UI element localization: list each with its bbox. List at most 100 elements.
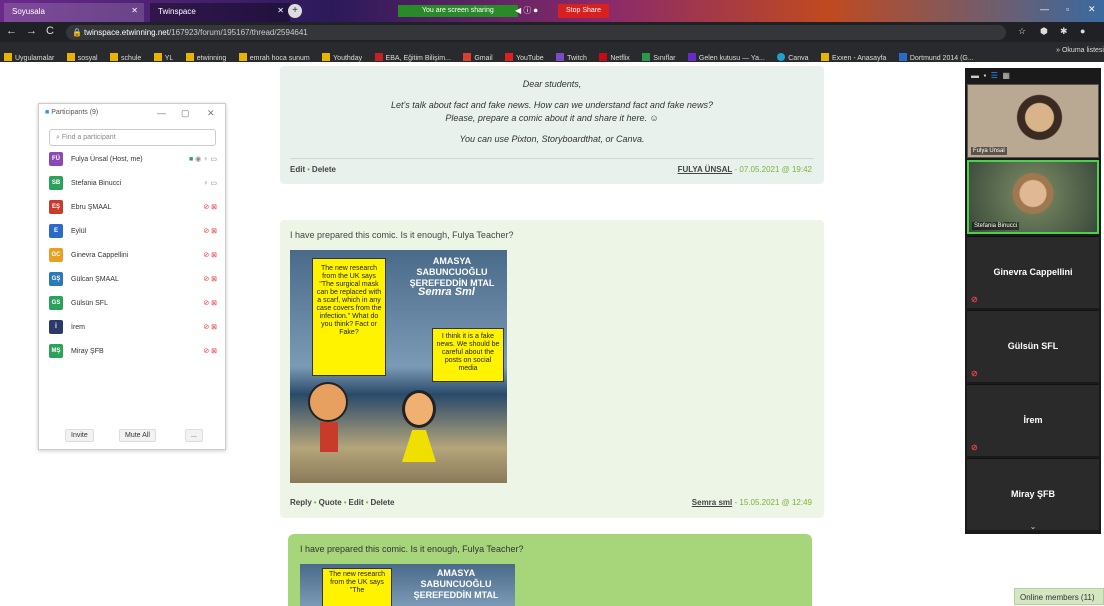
comic-image[interactable]: The new research from the UK says "The A… <box>300 564 515 606</box>
reading-list-link[interactable]: » Okuma listesi <box>1050 47 1104 54</box>
participant-row[interactable]: GŞ Gülcan ŞMAAL ⊘ ⊠ <box>49 272 219 288</box>
url-domain: twinspace.etwinning.net <box>84 28 169 37</box>
reload-icon[interactable]: C <box>46 25 54 37</box>
participant-row[interactable]: SB Stefania Binucci ♀ ▭ <box>49 176 219 192</box>
minimize-icon[interactable]: ▬ <box>971 71 979 80</box>
bookmark-item[interactable]: Dortmund 2014 (G... <box>898 53 974 62</box>
close-icon[interactable]: ✕ <box>207 108 215 119</box>
more-options-button[interactable]: ... <box>185 429 203 442</box>
tab-soyusala[interactable]: Soyusala ✕ <box>4 3 144 22</box>
name-tile[interactable]: İrem ⊘ <box>967 384 1099 456</box>
author-link[interactable]: FULYA ÜNSAL <box>678 165 733 174</box>
bookmark-item[interactable]: Exxen - Anasayfa <box>820 53 886 62</box>
minimize-icon[interactable]: — <box>1040 4 1049 14</box>
edit-link[interactable]: Edit <box>290 165 305 174</box>
bookmark-item[interactable]: Gelen kutusu — Ya... <box>687 53 765 62</box>
participant-row[interactable]: E Eylül ⊘ ⊠ <box>49 224 219 240</box>
post-body: I have prepared this comic. Is it enough… <box>290 230 514 240</box>
bookmark-item[interactable]: Youthday <box>322 53 362 62</box>
profile-icon[interactable]: ● <box>1080 26 1085 36</box>
maximize-icon[interactable]: ▫ <box>1066 4 1069 14</box>
lock-icon: 🔒 <box>72 28 82 37</box>
reply-link[interactable]: Reply <box>290 498 312 507</box>
chevron-down-icon[interactable]: ⌄ <box>965 522 1101 534</box>
puzzle-icon[interactable]: ✱ <box>1060 26 1068 37</box>
character-boy-body <box>320 422 338 452</box>
bookmark-item[interactable]: schule <box>110 53 141 62</box>
name-tile[interactable]: Ginevra Cappellini ⊘ <box>967 236 1099 308</box>
post-date: - 07.05.2021 @ 19:42 <box>734 165 812 174</box>
minimize-icon[interactable]: — <box>157 108 166 118</box>
share-controls-icon[interactable]: ◀ ⓘ ⏺ <box>515 5 538 16</box>
tile-name: Gülsün SFL <box>1007 341 1059 351</box>
bookmark-item[interactable]: Canva <box>777 53 808 62</box>
edit-link[interactable]: Edit <box>349 498 364 507</box>
bookmark-item[interactable]: YouTube <box>505 53 544 62</box>
forward-icon[interactable]: → <box>26 25 37 37</box>
author-link[interactable]: Semra sml <box>692 498 732 507</box>
tab-twinspace[interactable]: Twinspace ✕ <box>150 3 290 22</box>
bookmark-item[interactable]: Sınıflar <box>642 53 675 62</box>
bookmark-item[interactable]: Twitch <box>556 53 587 62</box>
twitch-icon <box>556 53 565 61</box>
participant-name: Miray ŞFB <box>71 348 104 355</box>
maximize-icon[interactable]: ▢ <box>181 108 190 119</box>
back-icon[interactable]: ← <box>6 25 17 37</box>
name-tile[interactable]: Miray ŞFB <box>967 458 1099 530</box>
stop-share-button[interactable]: Stop Share <box>558 4 610 18</box>
bookmark-item[interactable]: Netflix <box>599 53 630 62</box>
bookmark-item[interactable]: YL <box>153 53 173 62</box>
video-mic-icon[interactable]: ■ ◉ ♀ ▭ <box>189 155 217 163</box>
close-icon[interactable]: ✕ <box>277 6 284 15</box>
online-members-badge[interactable]: Online members (11) <box>1014 588 1104 605</box>
participant-row[interactable]: GC Ginevra Cappellini ⊘ ⊠ <box>49 248 219 264</box>
bookmark-item[interactable]: emrah hoca sunum <box>238 53 310 62</box>
muted-icon[interactable]: ⊘ ⊠ <box>203 203 217 211</box>
participant-name: Stefania Binucci <box>71 180 122 187</box>
speaker-view-icon[interactable]: ☰ <box>991 71 998 80</box>
restore-icon[interactable]: ▪ <box>983 71 986 80</box>
bookmark-item[interactable]: Uygulamalar <box>4 53 54 62</box>
post-body: Dear students, Let's talk about fact and… <box>280 78 824 146</box>
bookmark-item[interactable]: sosyal <box>66 53 98 62</box>
video-mic-icon[interactable]: ♀ ▭ <box>203 179 217 187</box>
quote-link[interactable]: Quote <box>319 498 342 507</box>
classroom-icon <box>642 53 651 61</box>
bookmark-item[interactable]: etwinning <box>185 53 226 62</box>
post-body: I have prepared this comic. Is it enough… <box>300 544 524 554</box>
gallery-view-icon[interactable]: ▦ <box>1002 71 1010 80</box>
url-input[interactable]: 🔒 twinspace.etwinning.net/167923/forum/19… <box>66 25 1006 40</box>
delete-link[interactable]: Delete <box>370 498 394 507</box>
participant-name: Ginevra Cappellini <box>71 252 129 259</box>
participant-row[interactable]: İ İrem ⊘ ⊠ <box>49 320 219 336</box>
new-tab-button[interactable]: + <box>288 4 302 18</box>
close-icon[interactable]: ✕ <box>131 6 138 15</box>
participant-search-input[interactable]: ⌕ Find a participant <box>49 129 216 146</box>
participant-row[interactable]: FÜ Fulya Ünsal (Host, me) ■ ◉ ♀ ▭ <box>49 152 219 168</box>
star-icon[interactable]: ☆ <box>1018 26 1026 37</box>
video-tile-active-speaker[interactable]: Stefania Binucci <box>967 160 1099 234</box>
comic-image[interactable]: The new research from the UK says "The s… <box>290 250 507 483</box>
netflix-icon <box>599 53 608 61</box>
extension-icon[interactable]: ⬢ <box>1040 26 1048 37</box>
muted-icon[interactable]: ⊘ ⊠ <box>203 299 217 307</box>
delete-link[interactable]: Delete <box>312 165 336 174</box>
participant-row[interactable]: GS Gülsün SFL ⊘ ⊠ <box>49 296 219 312</box>
muted-icon[interactable]: ⊘ ⊠ <box>203 251 217 259</box>
invite-button[interactable]: Invite <box>65 429 94 442</box>
muted-icon[interactable]: ⊘ ⊠ <box>203 275 217 283</box>
browser-tab-bar: Soyusala ✕ Twinspace ✕ + You are screen sh… <box>0 0 1104 22</box>
participant-row[interactable]: MŞ Miray ŞFB ⊘ ⊠ <box>49 344 219 360</box>
participant-row[interactable]: EŞ Ebru ŞMAAL ⊘ ⊠ <box>49 200 219 216</box>
muted-icon[interactable]: ⊘ ⊠ <box>203 323 217 331</box>
mute-all-button[interactable]: Mute All <box>119 429 156 442</box>
bookmark-item[interactable]: EBA, Eğitim Bilişim... <box>374 53 451 62</box>
close-window-icon[interactable]: ✕ <box>1088 4 1096 15</box>
name-tile[interactable]: Gülsün SFL ⊘ <box>967 310 1099 382</box>
video-tile[interactable]: Fulya Ünsal <box>967 84 1099 158</box>
muted-icon[interactable]: ⊘ ⊠ <box>203 347 217 355</box>
eba-icon <box>374 53 383 61</box>
bookmark-item[interactable]: Gmail <box>463 53 493 62</box>
tab-label: Soyusala <box>12 7 45 16</box>
muted-icon[interactable]: ⊘ ⊠ <box>203 227 217 235</box>
